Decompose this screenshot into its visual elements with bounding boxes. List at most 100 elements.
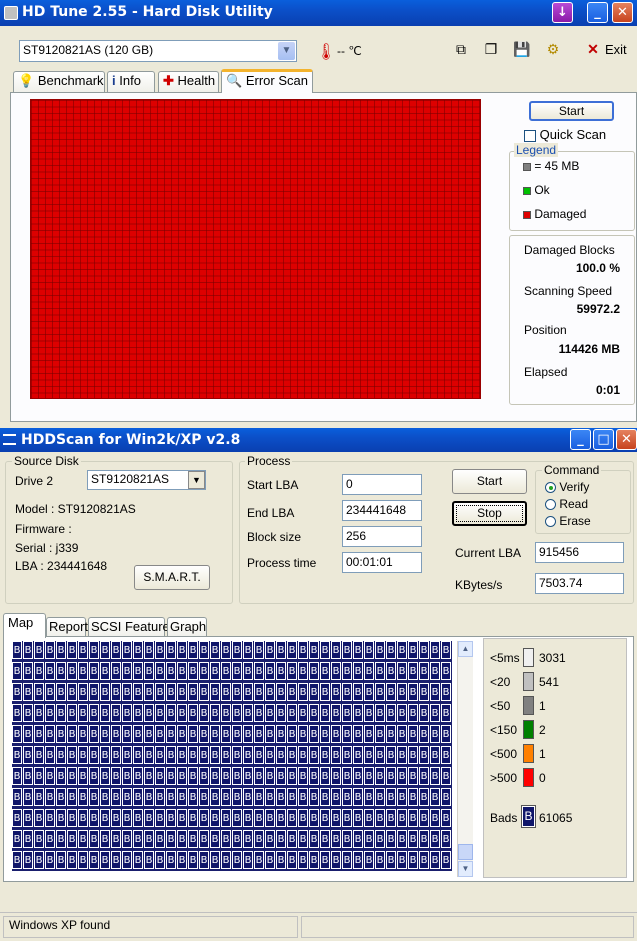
- hddscan-start-button[interactable]: Start: [452, 469, 527, 494]
- block-cell: B: [45, 809, 55, 827]
- minimize-button[interactable]: _: [587, 2, 608, 23]
- block-cell: B: [408, 641, 418, 659]
- info-icon: i: [112, 73, 116, 88]
- legend-item-block-size: = 45 MB: [523, 159, 579, 173]
- status-panel-main: Windows XP found: [3, 916, 298, 938]
- block-cell: B: [397, 767, 407, 785]
- tab-graph[interactable]: Graph: [167, 617, 207, 637]
- block-cell: B: [166, 704, 176, 722]
- block-cell: B: [353, 851, 363, 869]
- latency-swatch: [523, 648, 534, 667]
- block-cell: B: [221, 830, 231, 848]
- exit-icon[interactable]: ✕: [585, 40, 601, 58]
- block-cell: B: [188, 809, 198, 827]
- block-cell: B: [199, 830, 209, 848]
- copy-icon[interactable]: ⧉: [451, 40, 471, 58]
- hdtune-titlebar[interactable]: HD Tune 2.55 - Hard Disk Utility ↓ _ ✕: [0, 0, 637, 26]
- block-cell: B: [298, 683, 308, 701]
- block-cell: B: [155, 767, 165, 785]
- block-cell: B: [188, 704, 198, 722]
- block-cell: B: [210, 767, 220, 785]
- hdtune-start-button[interactable]: Start: [529, 101, 614, 121]
- hddscan-stop-button[interactable]: Stop: [452, 501, 527, 526]
- hddscan-menu-icon[interactable]: [3, 434, 16, 445]
- command-verify-radio[interactable]: Verify: [545, 480, 589, 494]
- tab-report[interactable]: Report: [46, 617, 88, 637]
- map-scrollbar[interactable]: ▲ ▼: [457, 641, 473, 877]
- block-cell: B: [199, 704, 209, 722]
- hddscan-maximize-button[interactable]: □: [593, 429, 614, 450]
- block-cell: B: [364, 746, 374, 764]
- options-icon[interactable]: ⚙: [543, 40, 563, 58]
- block-cell: B: [441, 851, 451, 869]
- block-cell: B: [309, 809, 319, 827]
- scroll-down-icon[interactable]: ▼: [458, 861, 473, 877]
- tab-info[interactable]: i Info: [107, 71, 155, 92]
- block-cell: B: [243, 788, 253, 806]
- block-cell: B: [386, 767, 396, 785]
- block-cell: B: [89, 725, 99, 743]
- block-cell: B: [419, 767, 429, 785]
- magnifier-icon: 🔍: [226, 73, 243, 88]
- radio-icon[interactable]: [545, 482, 556, 494]
- command-erase-radio[interactable]: Erase: [545, 514, 591, 528]
- radio-icon[interactable]: [545, 516, 556, 528]
- hddscan-titlebar[interactable]: HDDScan for Win2k/XP v2.8 _ □ ✕: [0, 428, 637, 452]
- radio-icon[interactable]: [545, 499, 556, 511]
- hddscan-close-button[interactable]: ✕: [616, 429, 637, 450]
- quick-scan-checkbox[interactable]: Quick Scan: [524, 127, 606, 142]
- hddscan-minimize-button[interactable]: _: [570, 429, 591, 450]
- stat-elapsed-label: Elapsed: [524, 365, 568, 379]
- tab-map[interactable]: Map: [3, 613, 46, 638]
- block-cell: B: [56, 725, 66, 743]
- bads-value: 61065: [539, 811, 573, 825]
- block-cell: B: [45, 704, 55, 722]
- close-button[interactable]: ✕: [612, 2, 633, 23]
- start-lba-input[interactable]: 0: [342, 474, 422, 495]
- block-cell: B: [364, 662, 374, 680]
- block-cell: B: [199, 809, 209, 827]
- chevron-down-icon[interactable]: ▼: [188, 471, 205, 489]
- block-cell: B: [397, 809, 407, 827]
- block-cell: B: [89, 746, 99, 764]
- source-drive-select[interactable]: ST9120821AS ▼: [87, 470, 206, 490]
- block-cell: B: [353, 641, 363, 659]
- block-cell: B: [177, 641, 187, 659]
- block-cell: B: [177, 788, 187, 806]
- tab-benchmark[interactable]: 💡 Benchmark: [13, 71, 105, 92]
- block-size-input[interactable]: 256: [342, 526, 422, 547]
- copy-all-icon[interactable]: ❐: [481, 40, 501, 58]
- chevron-down-icon[interactable]: ▼: [278, 42, 295, 60]
- tab-health[interactable]: ✚ Health: [158, 71, 219, 92]
- block-cell: B: [133, 704, 143, 722]
- block-cell: B: [254, 662, 264, 680]
- drive-select[interactable]: ST9120821AS (120 GB) ▼: [19, 40, 297, 62]
- block-cell: B: [309, 788, 319, 806]
- block-cell: B: [375, 851, 385, 869]
- download-icon[interactable]: ↓: [552, 2, 573, 23]
- block-cell: B: [111, 809, 121, 827]
- block-cell: B: [78, 851, 88, 869]
- save-icon[interactable]: 💾: [512, 40, 532, 58]
- current-lba-input[interactable]: 915456: [535, 542, 624, 563]
- scroll-up-icon[interactable]: ▲: [458, 641, 473, 657]
- checkbox-icon[interactable]: [524, 129, 536, 142]
- block-cell: B: [144, 662, 154, 680]
- latency-label: >500: [490, 771, 518, 785]
- block-cell: B: [254, 851, 264, 869]
- block-cell: B: [375, 830, 385, 848]
- command-read-radio[interactable]: Read: [545, 497, 588, 511]
- smart-button[interactable]: S.M.A.R.T.: [134, 565, 210, 590]
- tab-error-scan[interactable]: 🔍 Error Scan: [221, 69, 313, 93]
- block-cell: B: [430, 641, 440, 659]
- end-lba-input[interactable]: 234441648: [342, 500, 422, 521]
- scroll-thumb[interactable]: [458, 844, 473, 860]
- stat-damaged-blocks-value: 100.0 %: [575, 261, 620, 275]
- tab-scsi-features[interactable]: SCSI Features: [88, 617, 176, 637]
- block-cell: B: [265, 641, 275, 659]
- process-time-input[interactable]: 00:01:01: [342, 552, 422, 573]
- kbytes-input[interactable]: 7503.74: [535, 573, 624, 594]
- block-cell: B: [287, 662, 297, 680]
- block-cell: B: [144, 767, 154, 785]
- exit-label[interactable]: Exit: [605, 42, 627, 57]
